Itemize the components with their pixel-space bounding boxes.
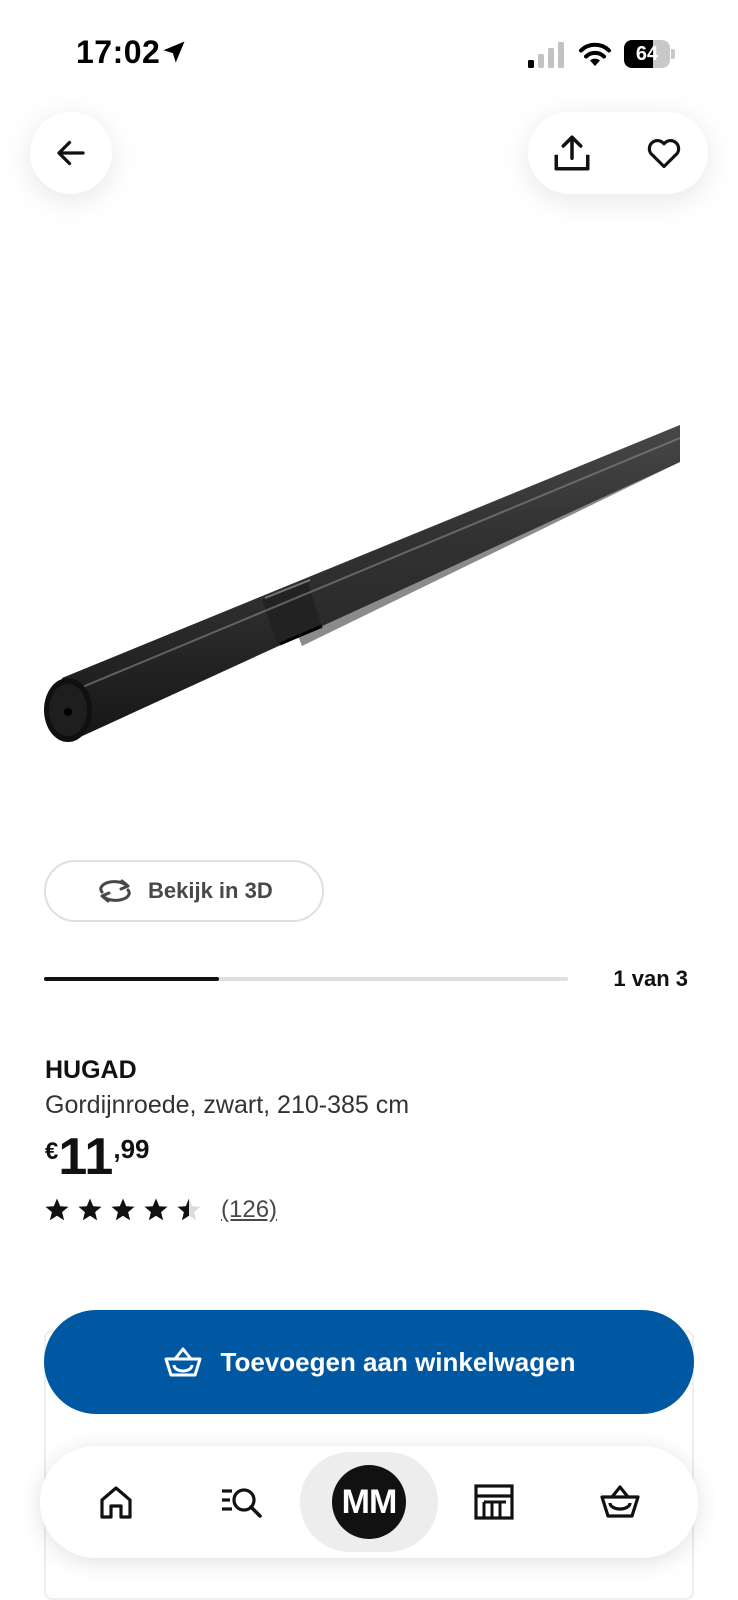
search-icon [222,1488,262,1518]
nav-search[interactable] [200,1446,284,1558]
star-icon [78,1198,102,1221]
status-bar: 17:02 64 [0,0,738,100]
nav-store[interactable] [452,1446,536,1558]
avatar: MM [332,1465,406,1539]
add-to-cart-label: Toevoegen aan winkelwagen [220,1346,576,1377]
star-icon [111,1198,135,1221]
price-decimal: ,99 [113,1134,150,1164]
status-time: 17:02 [76,34,161,70]
product-image[interactable] [40,420,700,770]
rotate-3d-icon [99,879,131,903]
product-price: € 11 ,99 [45,1128,150,1186]
nav-home[interactable] [76,1446,156,1558]
heart-icon [647,139,681,169]
product-description: Gordijnroede, zwart, 210-385 cm [45,1091,410,1119]
star-icon [177,1198,201,1221]
header-actions [528,112,708,194]
favorite-button[interactable] [640,129,688,177]
price-currency: € [45,1138,59,1165]
gallery-progress-bar [44,977,568,981]
nav-cart[interactable] [578,1446,662,1558]
star-icon [144,1198,168,1221]
store-icon [474,1484,514,1520]
review-count-link[interactable]: (126) [221,1196,277,1224]
view-3d-label: Bekijk in 3D [148,878,273,903]
back-button[interactable] [30,112,112,194]
gallery-progress-fill [44,977,219,981]
view-3d-button[interactable]: Bekijk in 3D [44,860,324,922]
bottom-navigation: MM [40,1446,698,1558]
product-name: HUGAD [45,1056,137,1084]
product-rating[interactable]: (126) [44,1196,277,1224]
arrow-left-icon [57,140,85,166]
cellular-signal-icon [528,42,564,68]
price-integer: 11 [58,1128,114,1186]
nav-profile[interactable]: MM [300,1452,438,1552]
star-icon [45,1198,69,1221]
gallery-counter: 1 van 3 [613,966,688,991]
basket-icon [164,1347,202,1377]
home-icon [100,1486,132,1519]
share-icon [554,135,590,171]
rating-stars [44,1197,209,1223]
wifi-icon [579,42,611,66]
basket-icon [600,1485,640,1518]
battery-icon: 64 [624,40,675,68]
add-to-cart-button[interactable]: Toevoegen aan winkelwagen [44,1310,694,1414]
location-arrow-icon [163,41,185,63]
share-button[interactable] [548,129,596,177]
battery-level: 64 [635,43,659,65]
